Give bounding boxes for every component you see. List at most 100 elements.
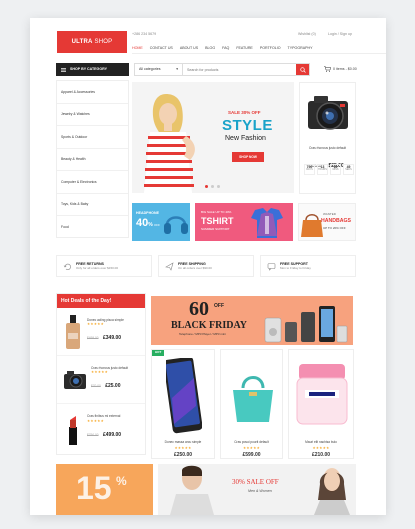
discount-pct: % (148, 222, 153, 228)
return-icon (63, 263, 71, 270)
product-name[interactable]: Cras posui pourit default (221, 440, 282, 445)
men-women-sale-banner[interactable]: 30% SALE OFF Men & Women (158, 464, 356, 515)
deal-product-card[interactable]: Cras rhoncus justo default $70.00 $25.00… (299, 82, 356, 194)
sidebar-item-apparel[interactable]: Apparel & Accessories (57, 81, 128, 104)
sidebar-item-computer[interactable]: Computer & Electronics (57, 171, 128, 194)
product-card[interactable]: HOT Donec massa arcu simple ★★★★★ £250.0… (151, 349, 215, 459)
tshirt-banner[interactable]: BIG SALE UP TO 40% TSHIRT SUMMER SUPPORT (195, 203, 293, 241)
logo-brand: ULTRA (71, 39, 93, 45)
search-bar: All categories ▾ (134, 63, 310, 76)
product-name[interactable]: Donec massa arcu simple (152, 440, 214, 445)
rating-stars: ★★★★★ (242, 446, 261, 450)
account-link[interactable]: Login / Sign up (328, 32, 352, 36)
search-input[interactable] (183, 64, 296, 75)
search-icon (299, 66, 306, 73)
camera-image (64, 370, 86, 389)
current-price: £25.00 (105, 383, 121, 390)
hot-deal-item[interactable]: Cras finibus mi external ★★★★★ $790.00 £… (57, 404, 145, 452)
shop-now-button[interactable]: SHOP NOW (232, 152, 264, 162)
logo-suffix: SHOP (94, 39, 113, 45)
discount-banner[interactable]: 15 % (56, 464, 153, 515)
store-page: +286 234 5679 Wishlist (0) Login / Sign … (30, 18, 386, 515)
search-button[interactable] (296, 64, 309, 75)
sidebar-item-sports[interactable]: Sports & Outdoor (57, 126, 128, 149)
countdown-days: 790 DAYS (304, 164, 315, 175)
nav-about[interactable]: ABOUT US (180, 46, 198, 50)
countdown-unit: HOURS (318, 168, 327, 172)
category-bar-label: SHOP BY CATEGORY (70, 67, 108, 72)
sidebar-item-label: Apparel & Accessories (61, 89, 95, 94)
model-image (144, 94, 195, 193)
nav-feature[interactable]: FEATURE (236, 46, 253, 50)
countdown-mins: 12 MINS (330, 164, 341, 175)
nav-home[interactable]: HOME (132, 46, 143, 50)
sidebar-item-label: Beauty & Health (61, 157, 86, 162)
feature-free-support: FREE SUPPORT Mon to Friday to Friday (260, 255, 356, 277)
nav-divider (132, 53, 386, 54)
old-price: $70.00 (91, 384, 101, 389)
discount-value: 40 (136, 217, 149, 229)
sidebar-item-label: Food (61, 225, 69, 230)
black-friday-banner[interactable]: 60 OFF BLACK FRIDAY Telephone / MP3 Play… (151, 296, 353, 345)
nav-portfolio[interactable]: PORTFOLIO (260, 46, 281, 50)
sidebar-item-label: Jewelry & Watches (61, 112, 90, 117)
current-price: £349.00 (102, 335, 122, 342)
headphone-banner[interactable]: HEADPHONE 40% OFF (132, 203, 190, 241)
category-select[interactable]: All categories ▾ (135, 64, 183, 75)
discount-off: OFF (154, 223, 160, 227)
teal-handbag-image (233, 376, 273, 422)
sidebar-item-jewelry[interactable]: Jewelry & Watches (57, 104, 128, 126)
handbags-banner[interactable]: WANTED HANDBAGS UP TO 20% OFF (298, 203, 356, 241)
nav-faq[interactable]: FAQ (222, 46, 229, 50)
product-price: £210.00 (311, 452, 331, 458)
cart-icon (324, 66, 331, 72)
sale-banner-title: 30% SALE OFF (232, 478, 279, 486)
black-friday-title: BLACK FRIDAY (171, 320, 248, 331)
cart-button[interactable]: 0 items - $0.00 (324, 66, 357, 72)
product-name[interactable]: Mauri elit nachisa bulo (289, 440, 353, 445)
sidebar-item-toys[interactable]: Toys, Kids & Baby (57, 194, 128, 216)
nav-blog[interactable]: BLOG (205, 46, 215, 50)
hero-slider[interactable]: SALE 30% OFF STYLE New Fashion SHOP NOW (132, 82, 294, 193)
nav-typography[interactable]: TYPOGRAPHY (288, 46, 313, 50)
deal-product-name[interactable]: Cras rhoncus justo default (300, 146, 355, 151)
hot-deal-item[interactable]: Cras rhoncus justo default ★★★★★ $70.00 … (57, 356, 145, 404)
countdown-hours: 13 HOURS (317, 164, 328, 175)
countdown-unit: SECS (345, 168, 352, 172)
phone-text: +286 234 5679 (132, 32, 157, 36)
feature-subtitle: On all orders over $90.00 (178, 266, 212, 270)
handbag-image (301, 214, 323, 237)
product-card[interactable]: Mauri elit nachisa bulo ★★★★★ £210.00 (288, 349, 354, 459)
old-price: $790.00 (87, 432, 99, 437)
headphone-discount: 40% (136, 217, 153, 229)
tshirt-banner-title: TSHIRT (201, 216, 234, 226)
rating-stars: ★★★★★ (174, 446, 192, 450)
sidebar-item-label: Sports & Outdoor (61, 134, 88, 139)
slider-dot-active[interactable] (205, 185, 208, 188)
nav-contact[interactable]: CONTACT US (150, 46, 173, 50)
logo[interactable]: ULTRA SHOP (57, 31, 127, 53)
slider-dot[interactable] (217, 185, 220, 188)
main-nav: HOME CONTACT US ABOUT US BLOG FAQ FEATUR… (132, 46, 313, 50)
slider-dots (205, 185, 220, 188)
product-price: £250.00 (173, 452, 193, 458)
feature-free-returns: FREE RETURNS Only for all orders over $1… (56, 255, 152, 277)
feature-free-shipping: FREE SHIPPING On all orders over $90.00 (158, 255, 254, 277)
cart-label: 0 items - $0.00 (333, 66, 357, 71)
shop-by-category-button[interactable]: SHOP BY CATEGORY (56, 63, 129, 76)
slider-dot[interactable] (211, 185, 214, 188)
countdown-unit: MINS (332, 168, 339, 172)
sidebar-item-food[interactable]: Food (57, 216, 128, 239)
hot-deal-item[interactable]: Donec acling pisca simple ★★★★★ $499.00 … (57, 308, 145, 356)
product-card[interactable]: Cras posui pourit default ★★★★★ £599.00 (220, 349, 283, 459)
chat-icon (267, 262, 276, 271)
camera-image (308, 96, 348, 130)
foundation-bottle-image (66, 314, 80, 349)
menu-icon (61, 67, 66, 72)
man-model-image (170, 465, 214, 515)
hero-sale-text: SALE 30% OFF (228, 110, 261, 115)
countdown-unit: DAYS (306, 168, 313, 172)
sidebar-item-label: Computer & Electronics (61, 179, 97, 184)
sidebar-item-beauty[interactable]: Beauty & Health (57, 149, 128, 171)
wishlist-link[interactable]: Wishlist (0) (298, 32, 316, 36)
